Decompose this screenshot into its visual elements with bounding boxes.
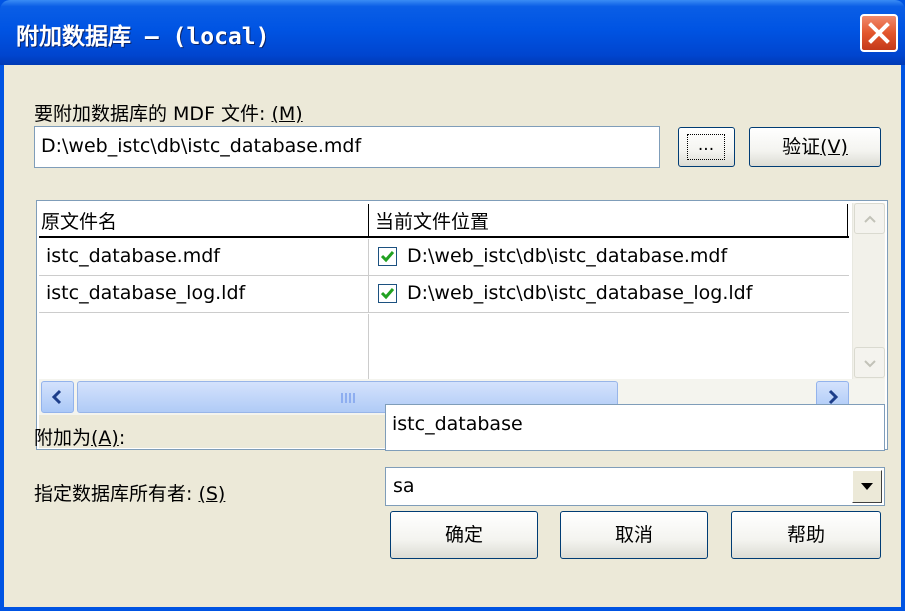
column-header-original-name[interactable]: 原文件名 [41,207,117,237]
owner-select[interactable]: sa [385,467,885,506]
scroll-down-button[interactable] [854,347,885,378]
original-file-name: istc_database.mdf [46,245,220,267]
mdf-file-mnemonic: (M) [271,103,303,125]
chevron-left-icon [51,389,62,405]
column-header-current-location[interactable]: 当前文件位置 [375,207,489,237]
verify-button-mnemonic: (V) [820,136,848,158]
browse-button[interactable]: ... [678,127,735,167]
ok-button[interactable]: 确定 [390,511,538,559]
vertical-scrollbar[interactable] [852,203,885,379]
file-checkbox[interactable] [378,247,397,266]
column-divider-empty [368,314,369,379]
close-icon [868,22,890,44]
row-divider [368,239,369,276]
row-divider [368,276,369,313]
grip-line [341,393,343,403]
scroll-left-button[interactable] [41,381,74,413]
mdf-file-label: 要附加数据库的 MDF 文件: (M) [34,99,303,126]
owner-select-value: sa [393,475,415,497]
window-title: 附加数据库 — (local) [16,24,270,50]
browse-button-label: ... [687,134,725,160]
column-divider[interactable] [368,204,369,238]
attach-as-label-text: 附加为 [34,427,92,449]
chevron-down-icon [864,360,876,368]
table-row[interactable]: istc_database.mdf D:\web_istc\db\istc_da… [39,239,849,276]
grid-header: 原文件名 当前文件位置 [39,204,849,238]
close-button[interactable] [860,14,898,52]
column-divider[interactable] [847,204,848,238]
original-file-name: istc_database_log.ldf [46,282,246,304]
dialog-body: 要附加数据库的 MDF 文件: (M) D:\web_istc\db\istc_… [4,65,901,607]
title-bar[interactable]: 附加数据库 — (local) [0,0,905,65]
attach-as-colon: : [118,427,126,449]
owner-dropdown-button[interactable] [852,470,882,503]
file-checkbox[interactable] [378,284,397,303]
cancel-button[interactable]: 取消 [560,511,708,559]
owner-label-text: 指定数据库所有者: [34,483,199,505]
current-file-location[interactable]: D:\web_istc\db\istc_database.mdf [407,245,727,267]
grip-line [345,393,347,403]
help-button[interactable]: 帮助 [731,511,881,559]
checkmark-icon [380,288,395,300]
attach-as-input[interactable]: istc_database [385,404,885,451]
grip-line [353,393,355,403]
attach-as-label: 附加为(A): [34,423,125,450]
verify-button[interactable]: 验证(V) [749,127,881,167]
owner-label: 指定数据库所有者: (S) [34,479,225,506]
verify-button-label: 验证 [782,136,821,158]
grip-line [349,393,351,403]
checkmark-icon [380,251,395,263]
chevron-up-icon [864,215,876,223]
current-file-location[interactable]: D:\web_istc\db\istc_database_log.ldf [407,282,752,304]
table-row[interactable]: istc_database_log.ldf D:\web_istc\db\ist… [39,276,849,313]
scroll-up-button[interactable] [854,203,885,234]
mdf-file-label-text: 要附加数据库的 MDF 文件: [34,103,272,125]
owner-mnemonic: (S) [198,483,226,505]
mdf-path-input[interactable]: D:\web_istc\db\istc_database.mdf [34,126,660,168]
attach-database-dialog: 附加数据库 — (local) 要附加数据库的 MDF 文件: (M) D:\w… [0,0,905,611]
dropdown-arrow-icon [861,483,873,490]
attach-as-mnemonic: (A) [91,427,119,449]
